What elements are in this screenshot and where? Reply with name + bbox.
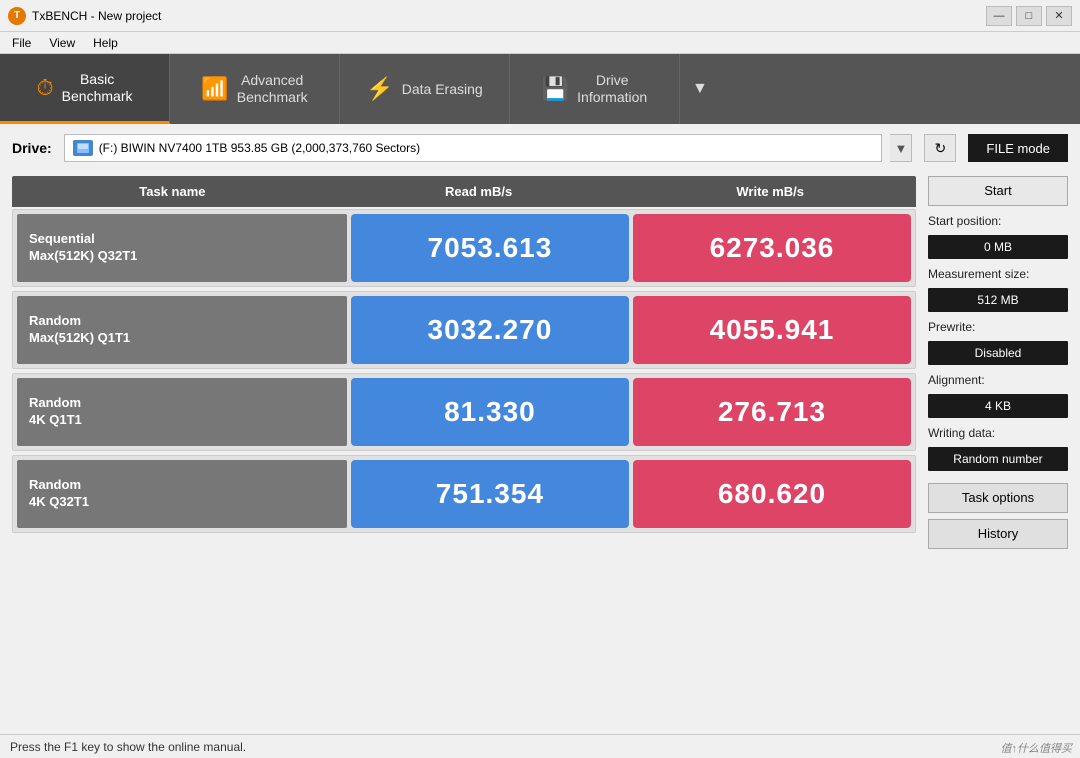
drive-refresh-button[interactable]: ↻ <box>924 134 956 162</box>
row-3-read: 81.330 <box>351 378 629 446</box>
row-3-label: Random 4K Q1T1 <box>17 378 347 446</box>
tab-data-erasing[interactable]: ⚡ Data Erasing <box>340 54 510 124</box>
writing-data-label: Writing data: <box>928 426 1068 440</box>
drive-dropdown-arrow[interactable]: ▼ <box>890 134 912 162</box>
writing-data-value: Random number <box>928 447 1068 471</box>
bench-table-header: Task name Read mB/s Write mB/s <box>12 176 916 207</box>
header-read: Read mB/s <box>333 176 625 207</box>
tab-advanced-label: AdvancedBenchmark <box>237 72 308 106</box>
toolbar-dropdown[interactable]: ▼ <box>680 54 720 124</box>
tab-advanced-benchmark[interactable]: 📶 AdvancedBenchmark <box>170 54 340 124</box>
menu-bar: File View Help <box>0 32 1080 54</box>
alignment-label: Alignment: <box>928 373 1068 387</box>
window-controls: — □ ✕ <box>986 6 1072 26</box>
menu-view[interactable]: View <box>41 34 83 52</box>
minimize-button[interactable]: — <box>986 6 1012 26</box>
arrow-down-icon: ▼ <box>894 141 907 156</box>
bench-rows: Sequential Max(512K) Q32T1 7053.613 6273… <box>12 209 916 533</box>
main-area: Drive: (F:) BIWIN NV7400 1TB 953.85 GB (… <box>0 124 1080 734</box>
bench-area: Task name Read mB/s Write mB/s Sequentia… <box>12 176 1068 724</box>
row-2-label: Random Max(512K) Q1T1 <box>17 296 347 364</box>
close-button[interactable]: ✕ <box>1046 6 1072 26</box>
row-3-write: 276.713 <box>633 378 911 446</box>
tab-basic-benchmark[interactable]: ⏱ BasicBenchmark <box>0 54 170 124</box>
drive-row: Drive: (F:) BIWIN NV7400 1TB 953.85 GB (… <box>12 134 1068 162</box>
history-button[interactable]: History <box>928 519 1068 549</box>
tab-drive-label: DriveInformation <box>577 72 647 106</box>
maximize-button[interactable]: □ <box>1016 6 1042 26</box>
row-1-label: Sequential Max(512K) Q32T1 <box>17 214 347 282</box>
drive-select[interactable]: (F:) BIWIN NV7400 1TB 953.85 GB (2,000,3… <box>64 134 883 162</box>
file-mode-button[interactable]: FILE mode <box>968 134 1068 162</box>
drive-information-icon: 💾 <box>542 76 569 102</box>
drive-select-value: (F:) BIWIN NV7400 1TB 953.85 GB (2,000,3… <box>99 141 421 155</box>
drive-select-icon <box>73 140 93 156</box>
measurement-size-label: Measurement size: <box>928 267 1068 281</box>
header-write: Write mB/s <box>624 176 916 207</box>
right-panel: Start Start position: 0 MB Measurement s… <box>928 176 1068 724</box>
table-row: Random Max(512K) Q1T1 3032.270 4055.941 <box>12 291 916 369</box>
status-text: Press the F1 key to show the online manu… <box>10 740 246 754</box>
row-4-read: 751.354 <box>351 460 629 528</box>
start-position-value: 0 MB <box>928 235 1068 259</box>
prewrite-value: Disabled <box>928 341 1068 365</box>
data-erasing-icon: ⚡ <box>366 76 393 102</box>
table-row: Sequential Max(512K) Q32T1 7053.613 6273… <box>12 209 916 287</box>
table-row: Random 4K Q32T1 751.354 680.620 <box>12 455 916 533</box>
row-4-write: 680.620 <box>633 460 911 528</box>
title-bar: T TxBENCH - New project — □ ✕ <box>0 0 1080 32</box>
watermark: 值↑什么值得买 <box>1001 740 1073 756</box>
drive-label: Drive: <box>12 140 52 156</box>
menu-help[interactable]: Help <box>85 34 126 52</box>
prewrite-label: Prewrite: <box>928 320 1068 334</box>
task-options-button[interactable]: Task options <box>928 483 1068 513</box>
bench-table: Task name Read mB/s Write mB/s Sequentia… <box>12 176 916 724</box>
refresh-icon: ↻ <box>935 140 947 157</box>
basic-benchmark-icon: ⏱ <box>37 75 54 101</box>
row-4-label: Random 4K Q32T1 <box>17 460 347 528</box>
dropdown-arrow-icon: ▼ <box>692 80 708 98</box>
header-task-name: Task name <box>12 176 333 207</box>
row-1-read: 7053.613 <box>351 214 629 282</box>
app-icon: T <box>8 7 26 25</box>
drive-select-inner: (F:) BIWIN NV7400 1TB 953.85 GB (2,000,3… <box>73 140 874 156</box>
tab-basic-label: BasicBenchmark <box>62 71 133 105</box>
row-2-read: 3032.270 <box>351 296 629 364</box>
menu-file[interactable]: File <box>4 34 39 52</box>
tab-erasing-label: Data Erasing <box>402 81 483 98</box>
alignment-value: 4 KB <box>928 394 1068 418</box>
title-bar-text: TxBENCH - New project <box>32 9 161 23</box>
row-1-write: 6273.036 <box>633 214 911 282</box>
row-2-write: 4055.941 <box>633 296 911 364</box>
toolbar: ⏱ BasicBenchmark 📶 AdvancedBenchmark ⚡ D… <box>0 54 1080 124</box>
table-row: Random 4K Q1T1 81.330 276.713 <box>12 373 916 451</box>
measurement-size-value: 512 MB <box>928 288 1068 312</box>
advanced-benchmark-icon: 📶 <box>201 76 228 102</box>
start-button[interactable]: Start <box>928 176 1068 206</box>
tab-drive-information[interactable]: 💾 DriveInformation <box>510 54 680 124</box>
status-bar: Press the F1 key to show the online manu… <box>0 734 1080 758</box>
start-position-label: Start position: <box>928 214 1068 228</box>
